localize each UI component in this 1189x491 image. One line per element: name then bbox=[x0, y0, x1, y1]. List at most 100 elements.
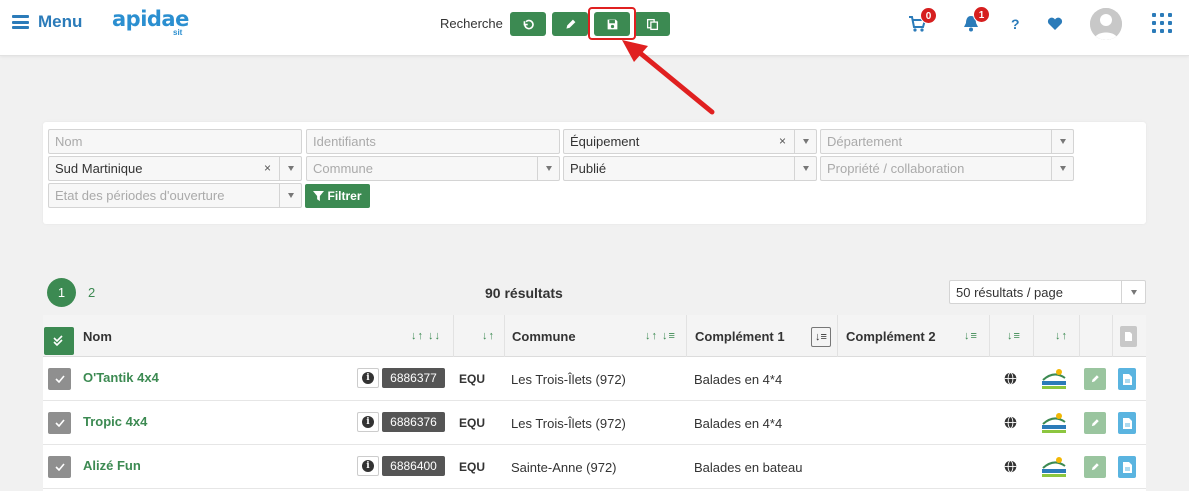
sort-complement2-icon[interactable]: ↓≡ bbox=[964, 330, 978, 342]
row-complement-1: Balades en bateau bbox=[694, 460, 803, 475]
copy-search-button[interactable] bbox=[634, 12, 670, 36]
clear-icon[interactable]: × bbox=[264, 161, 271, 175]
annotation-arrow bbox=[622, 40, 715, 115]
help-button[interactable]: ? bbox=[1011, 16, 1020, 32]
periodes-placeholder: Etat des périodes d'ouverture bbox=[55, 188, 225, 203]
reset-search-button[interactable] bbox=[510, 12, 546, 36]
document-icon bbox=[1122, 373, 1132, 385]
info-button[interactable]: i bbox=[357, 456, 379, 476]
results-count: 90 résultats bbox=[485, 285, 563, 301]
chevron-down-icon[interactable] bbox=[1051, 130, 1073, 153]
edit-button[interactable] bbox=[1084, 368, 1106, 390]
document-button[interactable] bbox=[1118, 456, 1136, 478]
apps-grid-icon[interactable] bbox=[1152, 13, 1172, 33]
favorites-button[interactable] bbox=[1047, 17, 1063, 34]
column-header-complement-2[interactable]: Complément 2 bbox=[846, 315, 936, 357]
row-id-badge: 6886400 bbox=[382, 456, 445, 476]
periodes-filter-select[interactable]: Etat des périodes d'ouverture bbox=[48, 183, 302, 208]
globe-icon[interactable] bbox=[1004, 416, 1017, 429]
chevron-down-icon[interactable] bbox=[794, 130, 816, 153]
info-icon: i bbox=[362, 372, 374, 384]
pencil-icon bbox=[1091, 419, 1099, 427]
sort-nom-icons[interactable]: ↓↑ ↓↓ bbox=[411, 330, 441, 342]
territoire-filter-select[interactable]: Sud Martinique × bbox=[48, 156, 302, 181]
apidae-logo[interactable]: apidae bbox=[112, 8, 189, 30]
per-page-select[interactable]: 50 résultats / page bbox=[949, 280, 1146, 304]
globe-icon[interactable] bbox=[1004, 460, 1017, 473]
save-button-highlight bbox=[588, 7, 636, 40]
check-icon bbox=[54, 463, 65, 471]
edit-search-button[interactable] bbox=[552, 12, 588, 36]
sort-web-icon[interactable]: ↓≡ bbox=[1007, 330, 1021, 342]
sud-martinique-logo bbox=[1042, 369, 1066, 389]
check-icon bbox=[54, 375, 65, 383]
row-type: EQU bbox=[459, 372, 486, 386]
pencil-icon bbox=[565, 19, 575, 29]
hamburger-icon bbox=[12, 15, 29, 29]
table-row[interactable]: Tropic 4x4 i 6886376 EQU Les Trois-Îlets… bbox=[43, 401, 1146, 445]
commune-filter-select[interactable]: Commune bbox=[306, 156, 560, 181]
row-checkbox[interactable] bbox=[48, 456, 71, 478]
row-checkbox[interactable] bbox=[48, 368, 71, 390]
select-all-button[interactable] bbox=[44, 327, 74, 355]
territoire-filter-value: Sud Martinique bbox=[55, 161, 143, 176]
funnel-icon bbox=[313, 190, 325, 201]
row-checkbox[interactable] bbox=[48, 412, 71, 434]
chevron-down-icon[interactable] bbox=[279, 184, 301, 207]
chevron-down-icon[interactable] bbox=[537, 157, 559, 180]
page-1-button[interactable]: 1 bbox=[47, 278, 76, 307]
row-type: EQU bbox=[459, 460, 486, 474]
document-button[interactable] bbox=[1118, 368, 1136, 390]
nom-filter-input[interactable]: Nom bbox=[48, 129, 302, 154]
chevron-down-icon[interactable] bbox=[1051, 157, 1073, 180]
column-header-nom[interactable]: Nom bbox=[83, 315, 112, 357]
double-check-icon bbox=[53, 335, 63, 347]
sort-complement1-active-icon[interactable]: ↓≡ bbox=[811, 327, 831, 347]
row-complement-1: Balades en 4*4 bbox=[694, 416, 783, 431]
page-2-link[interactable]: 2 bbox=[88, 285, 95, 300]
identifiants-filter-input[interactable]: Identifiants bbox=[306, 129, 560, 154]
row-name-link[interactable]: O'Tantik 4x4 bbox=[83, 370, 159, 385]
row-commune: Sainte-Anne (972) bbox=[511, 460, 617, 475]
check-icon bbox=[54, 419, 65, 427]
chevron-down-icon[interactable] bbox=[794, 157, 816, 180]
propriete-filter-select[interactable]: Propriété / collaboration bbox=[820, 156, 1074, 181]
column-header-commune[interactable]: Commune bbox=[512, 315, 576, 357]
info-button[interactable]: i bbox=[357, 368, 379, 388]
info-button[interactable]: i bbox=[357, 412, 379, 432]
menu-label: Menu bbox=[38, 12, 83, 31]
cart-count-badge: 0 bbox=[920, 7, 937, 24]
sort-commune-icons[interactable]: ↓↑ ↓≡ bbox=[645, 330, 676, 342]
user-icon bbox=[1090, 8, 1122, 40]
chevron-down-icon[interactable] bbox=[279, 157, 301, 180]
table-row[interactable]: O'Tantik 4x4 i 6886377 EQU Les Trois-Île… bbox=[43, 357, 1146, 401]
globe-icon[interactable] bbox=[1004, 372, 1017, 385]
row-id-badge: 6886376 bbox=[382, 412, 445, 432]
type-filter-select[interactable]: Équipement × bbox=[563, 129, 817, 154]
filter-button-label: Filtrer bbox=[327, 189, 362, 203]
row-type: EQU bbox=[459, 416, 486, 430]
info-icon: i bbox=[362, 460, 374, 472]
document-button[interactable] bbox=[1118, 412, 1136, 434]
statut-filter-select[interactable]: Publié bbox=[563, 156, 817, 181]
menu-button[interactable]: Menu bbox=[12, 12, 82, 32]
row-name-link[interactable]: Alizé Fun bbox=[83, 458, 141, 473]
propriete-placeholder: Propriété / collaboration bbox=[827, 161, 965, 176]
user-avatar[interactable] bbox=[1090, 8, 1122, 40]
statut-filter-value: Publié bbox=[570, 161, 607, 176]
filter-button[interactable]: Filtrer bbox=[305, 184, 370, 208]
sort-label-icon[interactable]: ↓↑ bbox=[1055, 330, 1068, 342]
clear-icon[interactable]: × bbox=[779, 134, 786, 148]
table-row[interactable]: Alizé Fun i 6886400 EQU Sainte-Anne (972… bbox=[43, 445, 1146, 489]
edit-button[interactable] bbox=[1084, 456, 1106, 478]
edit-button[interactable] bbox=[1084, 412, 1106, 434]
chevron-down-icon bbox=[1121, 281, 1145, 303]
top-bar: Menu apidae sit Recherche 0 1 ? bbox=[0, 0, 1189, 56]
commune-placeholder: Commune bbox=[313, 161, 373, 176]
notifications-count-badge: 1 bbox=[973, 6, 990, 23]
departement-filter-select[interactable]: Département bbox=[820, 129, 1074, 154]
results-table: Nom ↓↑ ↓↓ ↓↑ Commune ↓↑ ↓≡ Complément 1 … bbox=[43, 315, 1146, 491]
sort-type-icon[interactable]: ↓↑ bbox=[482, 330, 495, 342]
column-header-complement-1[interactable]: Complément 1 bbox=[695, 315, 785, 357]
row-name-link[interactable]: Tropic 4x4 bbox=[83, 414, 147, 429]
